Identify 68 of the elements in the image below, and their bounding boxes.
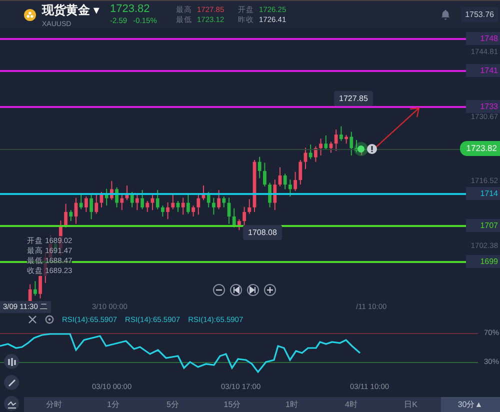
zoom-out-button[interactable]: [213, 284, 225, 296]
skip-forward-icon: [249, 286, 257, 294]
step-forward-button[interactable]: [247, 284, 259, 296]
level-price-label: 1748: [466, 32, 500, 45]
candle: [34, 280, 37, 296]
period-tab[interactable]: 分时: [24, 397, 84, 412]
low-price-bubble: 1708.08: [243, 224, 282, 240]
level-price-label: 1707: [466, 218, 500, 232]
candle: [192, 205, 195, 217]
level-price-label: 1699: [466, 255, 500, 268]
candle: [212, 197, 216, 216]
level-price-label: 1714: [466, 186, 500, 200]
high-price-bubble: 1727.85: [334, 90, 373, 106]
level-line[interactable]: [0, 106, 466, 108]
line-chart-tool-button[interactable]: [4, 396, 19, 411]
candle: [84, 196, 88, 212]
candle: [344, 134, 348, 144]
candle: [294, 171, 297, 192]
line-chart-icon: [6, 398, 16, 408]
close-icon[interactable]: [28, 314, 37, 324]
candle: [238, 218, 241, 231]
candle: [64, 203, 68, 228]
skip-back-icon: [232, 286, 240, 294]
period-tab[interactable]: 15分: [202, 397, 262, 412]
period-tab[interactable]: 日K: [381, 397, 440, 412]
candle: [136, 192, 139, 211]
pencil-icon: [6, 378, 16, 388]
candle: [268, 182, 272, 208]
level-line[interactable]: [0, 38, 466, 40]
level-line[interactable]: [0, 192, 466, 195]
level-line[interactable]: [0, 224, 466, 227]
candle: [140, 190, 144, 210]
period-tab[interactable]: 1分: [84, 397, 143, 412]
current-price-tag: 1723.82: [460, 141, 500, 156]
level-price-label: 1733: [466, 100, 500, 114]
candle: [217, 190, 220, 210]
period-tab[interactable]: 30分▲: [440, 397, 500, 412]
price-axis-label: 1753.76: [461, 7, 498, 22]
symbol-selector[interactable]: 现货黄金 ▾: [42, 2, 104, 18]
plus-icon: [266, 286, 274, 294]
info-icon[interactable]: [367, 144, 377, 154]
candle: [340, 126, 343, 142]
live-price-dot-icon: [353, 141, 369, 157]
bar-chart-icon: [6, 356, 16, 366]
coin-icon: [24, 8, 36, 20]
period-tab[interactable]: 4时: [322, 397, 381, 412]
candle: [166, 202, 170, 220]
level-line[interactable]: [0, 261, 466, 263]
zoom-in-button[interactable]: [264, 284, 276, 296]
period-tab[interactable]: 5分: [143, 397, 202, 412]
candle: [263, 162, 266, 187]
settings-icon[interactable]: [45, 314, 54, 324]
candle: [161, 205, 164, 217]
candle: [38, 273, 42, 299]
candle: [288, 179, 292, 197]
candle: [319, 138, 322, 156]
indicator-tool-button[interactable]: [4, 354, 19, 369]
draw-tool-button[interactable]: [4, 375, 19, 390]
step-back-button[interactable]: [230, 284, 242, 296]
last-price: 1723.82: [110, 4, 151, 16]
period-tab[interactable]: 1时: [262, 397, 322, 412]
candle: [314, 146, 318, 162]
bell-icon[interactable]: [440, 9, 452, 20]
candle: [90, 192, 93, 220]
candle: [186, 194, 190, 214]
level-line[interactable]: [0, 70, 466, 72]
level-price-label: 1741: [466, 64, 500, 77]
candle: [115, 186, 118, 208]
